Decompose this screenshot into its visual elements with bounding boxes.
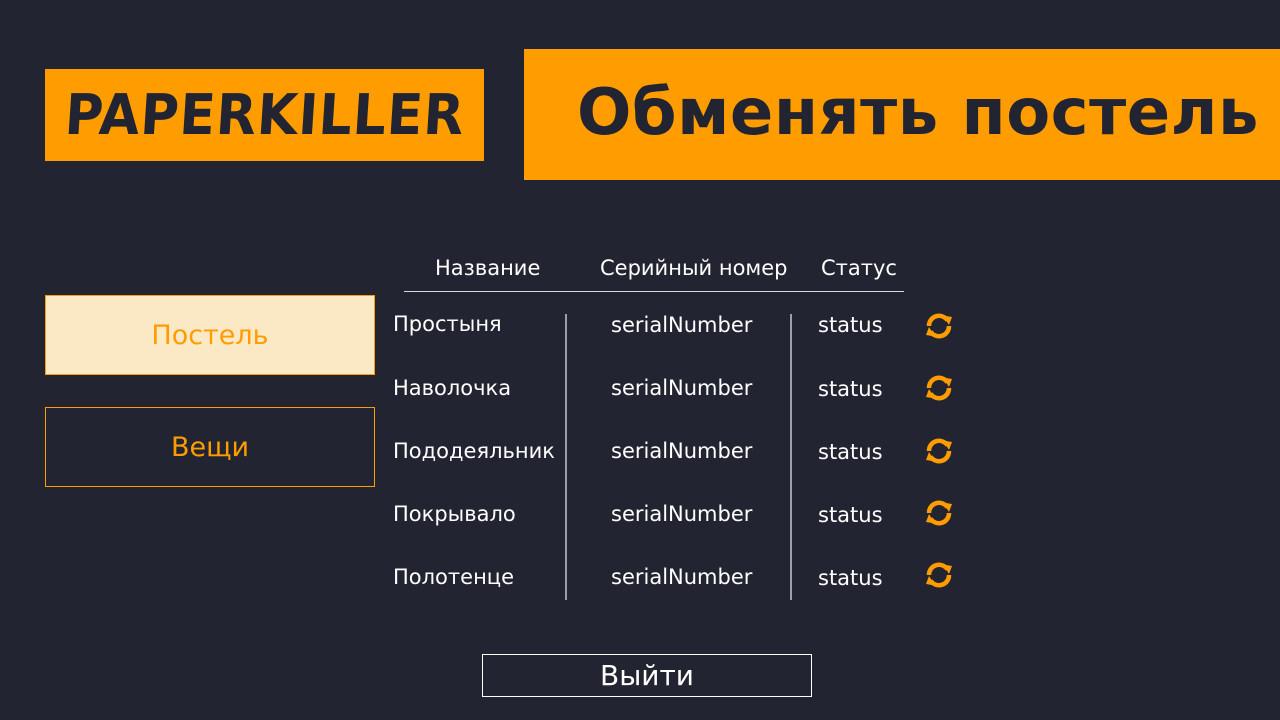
refresh-icon[interactable] — [922, 371, 956, 405]
item-serial-number: serialNumber — [611, 502, 753, 526]
item-name: Наволочка — [393, 376, 512, 400]
column-header-name: Название — [435, 256, 541, 280]
refresh-icon[interactable] — [922, 434, 956, 468]
column-header-status: Статус — [821, 256, 897, 280]
item-serial-number: serialNumber — [611, 376, 753, 400]
refresh-icon[interactable] — [922, 558, 956, 592]
column-divider — [565, 314, 567, 600]
item-name: Покрывало — [393, 502, 516, 526]
item-name: Полотенце — [393, 565, 515, 589]
item-name: Простыня — [393, 312, 502, 336]
item-name: Пододеяльник — [393, 439, 555, 463]
page-title-banner: Обменять постель — [524, 49, 1280, 180]
item-serial-number: serialNumber — [611, 565, 753, 589]
item-status: status — [818, 440, 883, 464]
item-serial-number: serialNumber — [611, 439, 753, 463]
exit-button[interactable]: Выйти — [482, 654, 812, 697]
item-status: status — [818, 566, 883, 590]
category-button-bedding[interactable]: Постель — [45, 295, 375, 375]
column-divider — [790, 314, 792, 600]
app-logo: PAPERKILLER — [45, 69, 484, 161]
refresh-icon[interactable] — [922, 309, 956, 343]
page-title: Обменять постель — [577, 76, 1259, 150]
category-button-things[interactable]: Вещи — [45, 407, 375, 487]
column-header-serial: Серийный номер — [600, 256, 788, 280]
item-status: status — [818, 377, 883, 401]
header-divider — [404, 291, 904, 292]
app-logo-text: PAPERKILLER — [62, 82, 467, 148]
item-serial-number: serialNumber — [611, 313, 753, 337]
refresh-icon[interactable] — [922, 496, 956, 530]
item-status: status — [818, 503, 883, 527]
item-status: status — [818, 313, 883, 337]
